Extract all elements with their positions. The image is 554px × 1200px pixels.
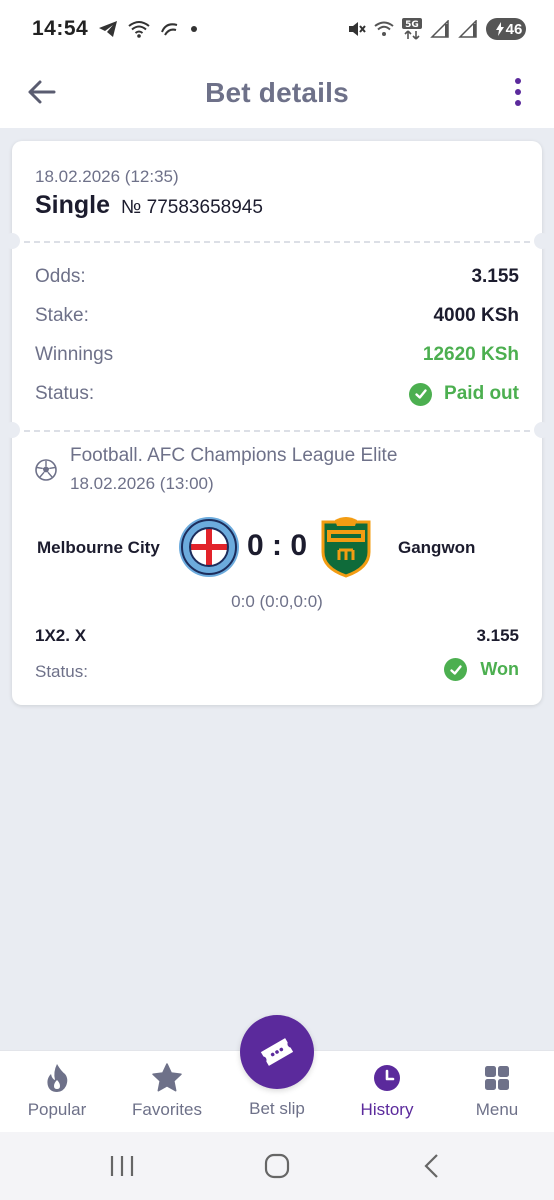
chevron-left-icon	[424, 1154, 438, 1178]
winnings-row: Winnings 12620 KSh	[35, 342, 519, 368]
ticket-icon	[260, 1038, 294, 1066]
divider	[24, 241, 530, 243]
app-header: Bet details	[0, 58, 554, 128]
nav-popular-label: Popular	[27, 1100, 87, 1119]
sync-icon	[160, 20, 180, 38]
nav-popular[interactable]: Popular	[2, 1051, 112, 1133]
nav-menu-label: Menu	[475, 1100, 519, 1119]
clock-icon	[374, 1065, 400, 1091]
odds-value: 3.155	[471, 266, 519, 287]
page-title: Bet details	[205, 77, 349, 108]
match-score: 0 : 0	[246, 529, 308, 562]
status-value: Paid out	[444, 383, 519, 404]
battery-indicator: 46	[486, 18, 526, 40]
system-navigation-bar	[0, 1132, 554, 1200]
bet-details-card: 18.02.2026 (12:35) Single № 77583658945 …	[4, 141, 550, 705]
home-button[interactable]	[257, 1150, 297, 1182]
winnings-label: Winnings	[35, 344, 114, 365]
nav-favorites-label: Favorites	[132, 1100, 202, 1119]
ticket-notch-right	[534, 422, 550, 438]
bet-number: № 77583658945	[121, 197, 263, 218]
ticket-notch-left	[4, 233, 20, 249]
bet-slip-button[interactable]	[240, 1015, 314, 1089]
system-back-button[interactable]	[412, 1150, 452, 1182]
gangwon-fc-logo	[321, 517, 371, 578]
status-row: Status: Paid out	[35, 381, 519, 407]
winnings-value: 12620 KSh	[422, 344, 519, 365]
selection-status-badge: Won	[444, 658, 519, 681]
status-badge: Paid out	[409, 382, 519, 406]
kebab-dot-icon	[515, 89, 521, 95]
notification-dot-icon	[190, 25, 198, 33]
stake-value: 4000 KSh	[433, 305, 519, 326]
nav-history-label: History	[360, 1100, 414, 1119]
telegram-icon	[98, 20, 118, 38]
bet-date: 18.02.2026 (12:35)	[35, 167, 179, 186]
arrow-left-icon	[28, 80, 56, 104]
flame-icon	[47, 1064, 68, 1092]
status-bar-right: 5G 46	[346, 18, 526, 40]
network-type-icon: 5G	[402, 18, 422, 40]
check-circle-icon	[409, 382, 433, 406]
football-icon	[35, 459, 57, 481]
battery-level: 46	[505, 20, 523, 38]
selection-odds: 3.155	[476, 626, 519, 645]
stake-label: Stake:	[35, 305, 89, 326]
market-selection: 1X2. X	[35, 626, 87, 645]
status-label: Status:	[35, 383, 95, 404]
signal-icon	[430, 20, 450, 38]
melbourne-city-logo	[179, 517, 239, 577]
mute-icon	[346, 19, 366, 39]
back-button[interactable]	[24, 74, 60, 110]
star-icon	[152, 1063, 182, 1092]
recent-apps-button[interactable]	[102, 1150, 142, 1182]
network-type-label: 5G	[405, 20, 419, 30]
recent-apps-icon	[110, 1156, 134, 1176]
signal-icon-2	[458, 20, 478, 38]
ticket-notch-left	[4, 422, 20, 438]
wifi-icon	[374, 20, 394, 38]
nav-history[interactable]: History	[332, 1051, 442, 1133]
selection-status-value: Won	[480, 659, 519, 679]
kebab-dot-icon	[515, 78, 521, 84]
league-name: Football. AFC Champions League Elite	[70, 445, 398, 466]
odds-label: Odds:	[35, 266, 86, 287]
grid-icon	[485, 1066, 509, 1090]
check-circle-icon	[444, 658, 468, 681]
odds-row: Odds: 3.155	[35, 264, 519, 290]
home-icon	[264, 1153, 290, 1179]
score-detail: 0:0 (0:0,0:0)	[231, 592, 323, 611]
bet-slip-label[interactable]: Bet slip	[222, 1099, 332, 1119]
clock-time: 14:54	[32, 17, 89, 40]
home-team-name: Melbourne City	[37, 538, 160, 557]
kebab-dot-icon	[515, 100, 521, 106]
selection-status-label: Status:	[35, 662, 88, 681]
away-team-name: Gangwon	[398, 538, 476, 557]
nav-favorites[interactable]: Favorites	[112, 1051, 222, 1133]
more-options-button[interactable]	[506, 74, 530, 110]
status-bar-left: 14:54	[32, 17, 198, 41]
stake-row: Stake: 4000 KSh	[35, 303, 519, 329]
divider	[24, 430, 530, 432]
status-bar: 14:54 5G 46	[0, 0, 554, 58]
bet-type: Single	[35, 191, 111, 219]
nav-menu[interactable]: Menu	[442, 1051, 552, 1133]
event-date: 18.02.2026 (13:00)	[70, 474, 214, 493]
wifi-status-icon	[128, 20, 150, 38]
ticket-notch-right	[534, 233, 550, 249]
